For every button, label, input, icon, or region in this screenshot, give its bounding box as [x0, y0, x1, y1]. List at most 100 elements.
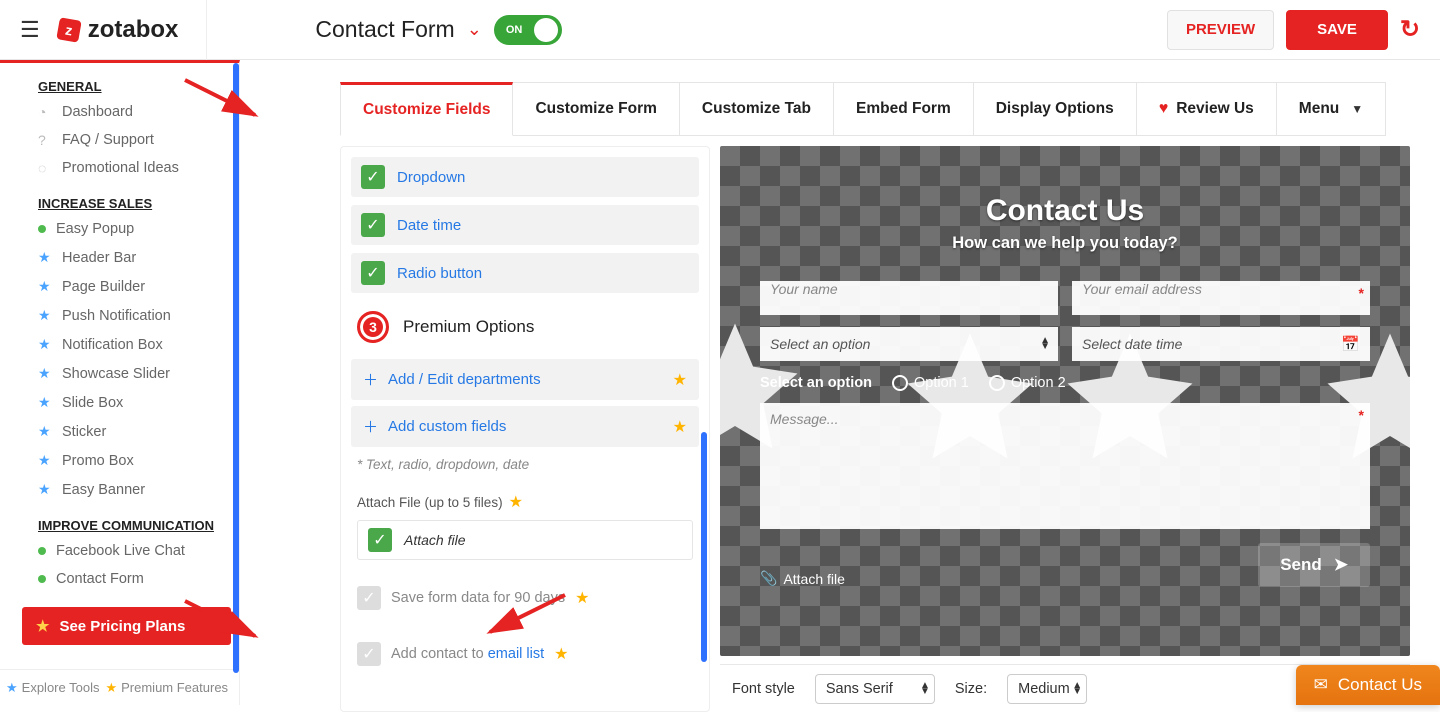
- footer-explore[interactable]: ★Explore Tools: [6, 680, 99, 696]
- updown-icon: ▲▼: [920, 683, 928, 695]
- star-icon: ★: [38, 452, 52, 469]
- preview-subtitle: How can we help you today?: [760, 234, 1370, 253]
- sidebar-item-sticker[interactable]: ★Sticker: [0, 417, 239, 446]
- annotation-arrow: [180, 75, 270, 128]
- field-datetime[interactable]: ✓Date time: [351, 205, 699, 245]
- main: Customize Fields Customize Form Customiz…: [240, 60, 1440, 705]
- attach-field-toggle[interactable]: ✓Attach file: [357, 520, 693, 560]
- envelope-icon: ✉: [1314, 675, 1328, 695]
- font-select[interactable]: Sans Serif▲▼: [815, 674, 935, 704]
- attach-file-link[interactable]: 📎Attach file: [760, 570, 845, 587]
- field-dropdown[interactable]: ✓Dropdown: [351, 157, 699, 197]
- sidebar-item-fb-chat[interactable]: Facebook Live Chat: [0, 537, 239, 565]
- preview-button[interactable]: PREVIEW: [1167, 10, 1274, 50]
- star-icon: ★: [105, 680, 117, 696]
- star-icon: ★: [36, 617, 49, 635]
- star-icon: ★: [38, 307, 52, 324]
- star-icon: ★: [673, 370, 687, 390]
- scrollbar[interactable]: [701, 432, 707, 662]
- question-icon: ?: [38, 132, 52, 148]
- sidebar-heading-comm: IMPROVE COMMUNICATION: [0, 514, 239, 537]
- sidebar-item-push[interactable]: ★Push Notification: [0, 301, 239, 330]
- scrollbar[interactable]: [233, 63, 239, 673]
- tab-customize-fields[interactable]: Customize Fields: [340, 82, 513, 136]
- sidebar-item-slide-box[interactable]: ★Slide Box: [0, 388, 239, 417]
- sidebar-item-showcase[interactable]: ★Showcase Slider: [0, 359, 239, 388]
- radio-option-2[interactable]: Option 2: [989, 375, 1066, 391]
- check-icon: ✓: [368, 528, 392, 552]
- logo-icon: z: [56, 17, 81, 42]
- logo[interactable]: z zotabox: [58, 16, 179, 44]
- option-select[interactable]: Select an option▲▼: [760, 327, 1058, 361]
- star-icon: ★: [38, 394, 52, 411]
- preview-title: Contact Us: [760, 194, 1370, 228]
- check-icon: ✓: [361, 213, 385, 237]
- reload-icon[interactable]: ↻: [1400, 15, 1420, 44]
- sidebar-item-contact-form[interactable]: Contact Form: [0, 565, 239, 593]
- add-custom-fields[interactable]: ＋Add custom fields ★: [351, 406, 699, 447]
- bulb-icon: ◌: [38, 160, 52, 176]
- font-label: Font style: [732, 681, 795, 697]
- save-button[interactable]: SAVE: [1286, 10, 1388, 50]
- sidebar-item-promo-box[interactable]: ★Promo Box: [0, 446, 239, 475]
- sidebar-item-ideas[interactable]: ◌Promotional Ideas: [0, 154, 239, 182]
- radio-group-label: Select an option: [760, 375, 872, 391]
- send-button[interactable]: Send➤: [1258, 543, 1370, 587]
- star-icon: ★: [38, 278, 52, 295]
- star-icon: ★: [38, 423, 52, 440]
- email-input[interactable]: Your email address: [1072, 281, 1370, 315]
- field-radio[interactable]: ✓Radio button: [351, 253, 699, 293]
- paper-plane-icon: ➤: [1334, 555, 1348, 575]
- check-icon: ✓: [361, 165, 385, 189]
- star-icon: ★: [554, 644, 568, 664]
- tab-embed-form[interactable]: Embed Form: [834, 82, 974, 136]
- size-label: Size:: [955, 681, 987, 697]
- heart-icon: ♥: [1159, 100, 1169, 118]
- footer-premium[interactable]: ★Premium Features: [105, 680, 228, 696]
- star-icon: ★: [509, 492, 523, 512]
- contact-us-fab[interactable]: ✉Contact Us: [1296, 665, 1440, 705]
- sidebar-item-page-builder[interactable]: ★Page Builder: [0, 272, 239, 301]
- size-select[interactable]: Medium▲▼: [1007, 674, 1087, 704]
- checkbox-icon: ✓: [357, 586, 381, 610]
- paperclip-icon: 📎: [760, 570, 777, 587]
- enabled-toggle[interactable]: ON: [494, 15, 562, 45]
- star-icon: ★: [38, 336, 52, 353]
- attach-heading: Attach File (up to 5 files)★: [341, 486, 709, 518]
- radio-option-1[interactable]: Option 1: [892, 375, 969, 391]
- sidebar-item-faq[interactable]: ?FAQ / Support: [0, 126, 239, 154]
- sidebar-heading-sales: INCREASE SALES: [0, 192, 239, 215]
- check-icon: ✓: [361, 261, 385, 285]
- sidebar-item-header-bar[interactable]: ★Header Bar: [0, 243, 239, 272]
- tab-display-options[interactable]: Display Options: [974, 82, 1137, 136]
- custom-fields-note: * Text, radio, dropdown, date: [341, 453, 709, 486]
- star-icon: ★: [38, 365, 52, 382]
- tab-review-us[interactable]: ♥Review Us: [1137, 82, 1277, 136]
- date-select[interactable]: Select date time📅: [1072, 327, 1370, 361]
- tab-customize-tab[interactable]: Customize Tab: [680, 82, 834, 136]
- updown-icon: ▲▼: [1072, 683, 1080, 695]
- annotation-arrow: [480, 590, 570, 643]
- caret-down-icon: ▼: [1351, 102, 1363, 116]
- star-icon: ★: [38, 249, 52, 266]
- email-list-link[interactable]: email list: [488, 646, 544, 662]
- star-icon: ★: [575, 588, 589, 608]
- hamburger-menu[interactable]: ☰: [20, 17, 40, 43]
- message-textarea[interactable]: Message...*: [760, 403, 1370, 529]
- star-icon: ★: [38, 481, 52, 498]
- calendar-icon: 📅: [1341, 335, 1360, 353]
- sidebar-item-easy-popup[interactable]: Easy Popup: [0, 215, 239, 243]
- form-preview: Contact Us How can we help you today? Yo…: [720, 146, 1410, 712]
- chevron-down-icon[interactable]: ⌄: [467, 19, 482, 40]
- star-icon: ★: [6, 680, 18, 696]
- sidebar-item-notification-box[interactable]: ★Notification Box: [0, 330, 239, 359]
- sidebar-item-easy-banner[interactable]: ★Easy Banner: [0, 475, 239, 504]
- tabs: Customize Fields Customize Form Customiz…: [340, 82, 1410, 136]
- add-departments[interactable]: ＋Add / Edit departments ★: [351, 359, 699, 400]
- plus-icon: ＋: [363, 416, 378, 437]
- premium-heading: Premium Options: [403, 317, 534, 337]
- tab-menu[interactable]: Menu▼: [1277, 82, 1386, 136]
- name-input[interactable]: Your name: [760, 281, 1058, 315]
- tab-customize-form[interactable]: Customize Form: [513, 82, 679, 136]
- star-icon: ★: [673, 417, 687, 437]
